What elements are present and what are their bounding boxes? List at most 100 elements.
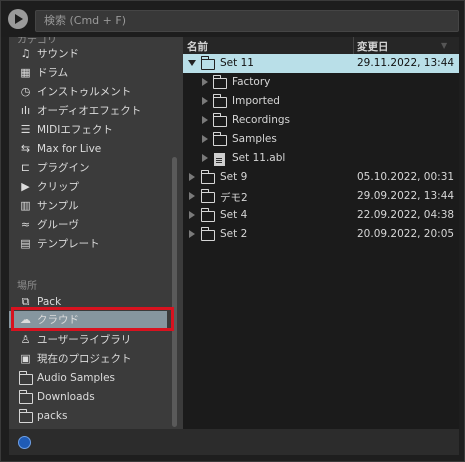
row-name: Imported — [232, 95, 280, 107]
sidebar-item-sounds[interactable]: ♫ サウンド — [9, 44, 183, 63]
folder-icon — [19, 409, 33, 423]
folder-icon — [201, 170, 215, 184]
row-name: Set 2 — [220, 228, 248, 240]
audio-wave-icon: ıIı — [20, 104, 31, 117]
sidebar-item-user-library[interactable]: ♙ ユーザーライブラリ — [9, 330, 183, 349]
user-icon: ♙ — [20, 333, 31, 346]
expand-right-icon[interactable] — [189, 173, 195, 181]
file-row-set-4[interactable]: Set 4 22.09.2022, 04:38 — [183, 206, 459, 225]
sidebar-item-label: Audio Samples — [37, 371, 116, 384]
row-name: Set 11 — [220, 57, 254, 69]
groove-wave-icon: ≈ — [20, 218, 31, 231]
file-row-set-11-abl[interactable]: Set 11.abl — [183, 149, 459, 168]
live-set-file-icon — [214, 153, 225, 166]
info-icon[interactable] — [18, 436, 31, 449]
sidebar-item-label: packs — [37, 409, 68, 422]
annotation-highlight-box — [11, 307, 174, 331]
folder-icon — [213, 94, 227, 108]
expand-down-icon[interactable] — [188, 60, 196, 66]
folder-icon — [201, 56, 215, 70]
sidebar-item-label: MIDIエフェクト — [37, 124, 113, 136]
expand-right-icon[interactable] — [202, 97, 208, 105]
places-heading: 場所 — [17, 281, 37, 292]
clock-dial-icon: ◷ — [20, 85, 31, 98]
folder-icon — [201, 208, 215, 222]
sidebar-item-label: クリップ — [37, 181, 79, 193]
sidebar-item-downloads[interactable]: Downloads — [9, 387, 183, 406]
row-name: Set 4 — [220, 209, 248, 221]
folder-icon — [201, 227, 215, 241]
sidebar-item-grooves[interactable]: ≈ グルーヴ — [9, 215, 183, 234]
sidebar-item-label: プラグイン — [37, 162, 90, 174]
sidebar-item-label: 現在のプロジェクト — [37, 353, 132, 365]
sidebar-item-label: テンプレート — [37, 238, 100, 250]
plug-icon: ⊏ — [20, 161, 31, 174]
browser-window: 検索 (Cmd + F) カテゴリ ♫ サウンド ▦ ドラム ◷ インストゥルメ… — [0, 0, 465, 462]
sidebar-item-plugins[interactable]: ⊏ プラグイン — [9, 158, 183, 177]
expand-right-icon[interactable] — [189, 211, 195, 219]
sidebar-item-templates[interactable]: ▤ テンプレート — [9, 234, 183, 253]
play-icon — [15, 14, 23, 24]
expand-right-icon[interactable] — [189, 192, 195, 200]
folder-icon — [213, 132, 227, 146]
row-name: Factory — [232, 76, 271, 88]
file-row-set-2[interactable]: Set 2 20.09.2022, 20:05 — [183, 225, 459, 244]
file-row-recordings[interactable]: Recordings — [183, 111, 459, 130]
sidebar-item-audio-samples[interactable]: Audio Samples — [9, 368, 183, 387]
expand-right-icon[interactable] — [202, 78, 208, 86]
search-input[interactable]: 検索 (Cmd + F) — [35, 10, 459, 32]
midi-bars-icon: ☰ — [20, 123, 31, 136]
row-date: 20.09.2022, 20:05 — [357, 228, 455, 240]
folder-icon — [213, 113, 227, 127]
file-row-imported[interactable]: Imported — [183, 92, 459, 111]
folder-icon — [19, 390, 33, 404]
sidebar-item-label: ユーザーライブラリ — [37, 334, 132, 346]
row-name: Set 9 — [220, 171, 248, 183]
column-header: 名前 変更日 ▼ — [183, 37, 459, 55]
row-name: デモ2 — [220, 192, 248, 204]
sidebar-item-current-project[interactable]: ▣ 現在のプロジェクト — [9, 349, 183, 368]
sidebar-item-samples[interactable]: ▥ サンプル — [9, 196, 183, 215]
sidebar: カテゴリ ♫ サウンド ▦ ドラム ◷ インストゥルメント ıIı オーディオエ… — [9, 37, 183, 429]
row-date: 05.10.2022, 00:31 — [357, 171, 455, 183]
drum-grid-icon: ▦ — [20, 66, 31, 79]
sidebar-scrollbar[interactable] — [172, 157, 177, 427]
max-cable-icon: ⇆ — [20, 142, 31, 155]
row-name: Set 11.abl — [232, 152, 286, 164]
project-folder-icon: ▣ — [20, 352, 31, 365]
file-row-demo2[interactable]: デモ2 29.09.2022, 13:44 — [183, 187, 459, 206]
folder-icon — [19, 371, 33, 385]
sidebar-item-midi-effects[interactable]: ☰ MIDIエフェクト — [9, 120, 183, 139]
sidebar-item-packs[interactable]: packs — [9, 406, 183, 425]
column-divider[interactable] — [353, 37, 354, 55]
expand-right-icon[interactable] — [202, 116, 208, 124]
expand-right-icon[interactable] — [202, 135, 208, 143]
music-note-icon: ♫ — [20, 47, 31, 60]
waveform-icon: ▥ — [20, 199, 31, 212]
sidebar-item-label: サウンド — [37, 48, 79, 60]
sidebar-item-label: Downloads — [37, 390, 95, 403]
file-row-set-11[interactable]: Set 11 29.11.2022, 13:44 — [183, 54, 459, 73]
file-row-set-9[interactable]: Set 9 05.10.2022, 00:31 — [183, 168, 459, 187]
file-row-factory[interactable]: Factory — [183, 73, 459, 92]
sidebar-item-label: Max for Live — [37, 142, 102, 155]
sidebar-item-label: Pack — [37, 295, 62, 308]
sidebar-item-audio-effects[interactable]: ıIı オーディオエフェクト — [9, 101, 183, 120]
expand-right-icon[interactable] — [202, 154, 208, 162]
sidebar-item-drums[interactable]: ▦ ドラム — [9, 63, 183, 82]
expand-right-icon[interactable] — [189, 230, 195, 238]
file-row-samples[interactable]: Samples — [183, 130, 459, 149]
row-date: 22.09.2022, 04:38 — [357, 209, 455, 221]
sort-arrow-icon[interactable]: ▼ — [441, 41, 447, 50]
template-icon: ▤ — [20, 237, 31, 250]
preview-play-button[interactable] — [8, 9, 28, 29]
column-date-header[interactable]: 変更日 — [357, 39, 389, 54]
sidebar-item-max-for-live[interactable]: ⇆ Max for Live — [9, 139, 183, 158]
column-name-header[interactable]: 名前 — [187, 39, 208, 54]
bottom-bar — [9, 429, 459, 455]
folder-icon — [213, 75, 227, 89]
row-date: 29.09.2022, 13:44 — [357, 190, 455, 202]
row-name: Samples — [232, 133, 277, 145]
sidebar-item-instruments[interactable]: ◷ インストゥルメント — [9, 82, 183, 101]
sidebar-item-clips[interactable]: ▶ クリップ — [9, 177, 183, 196]
